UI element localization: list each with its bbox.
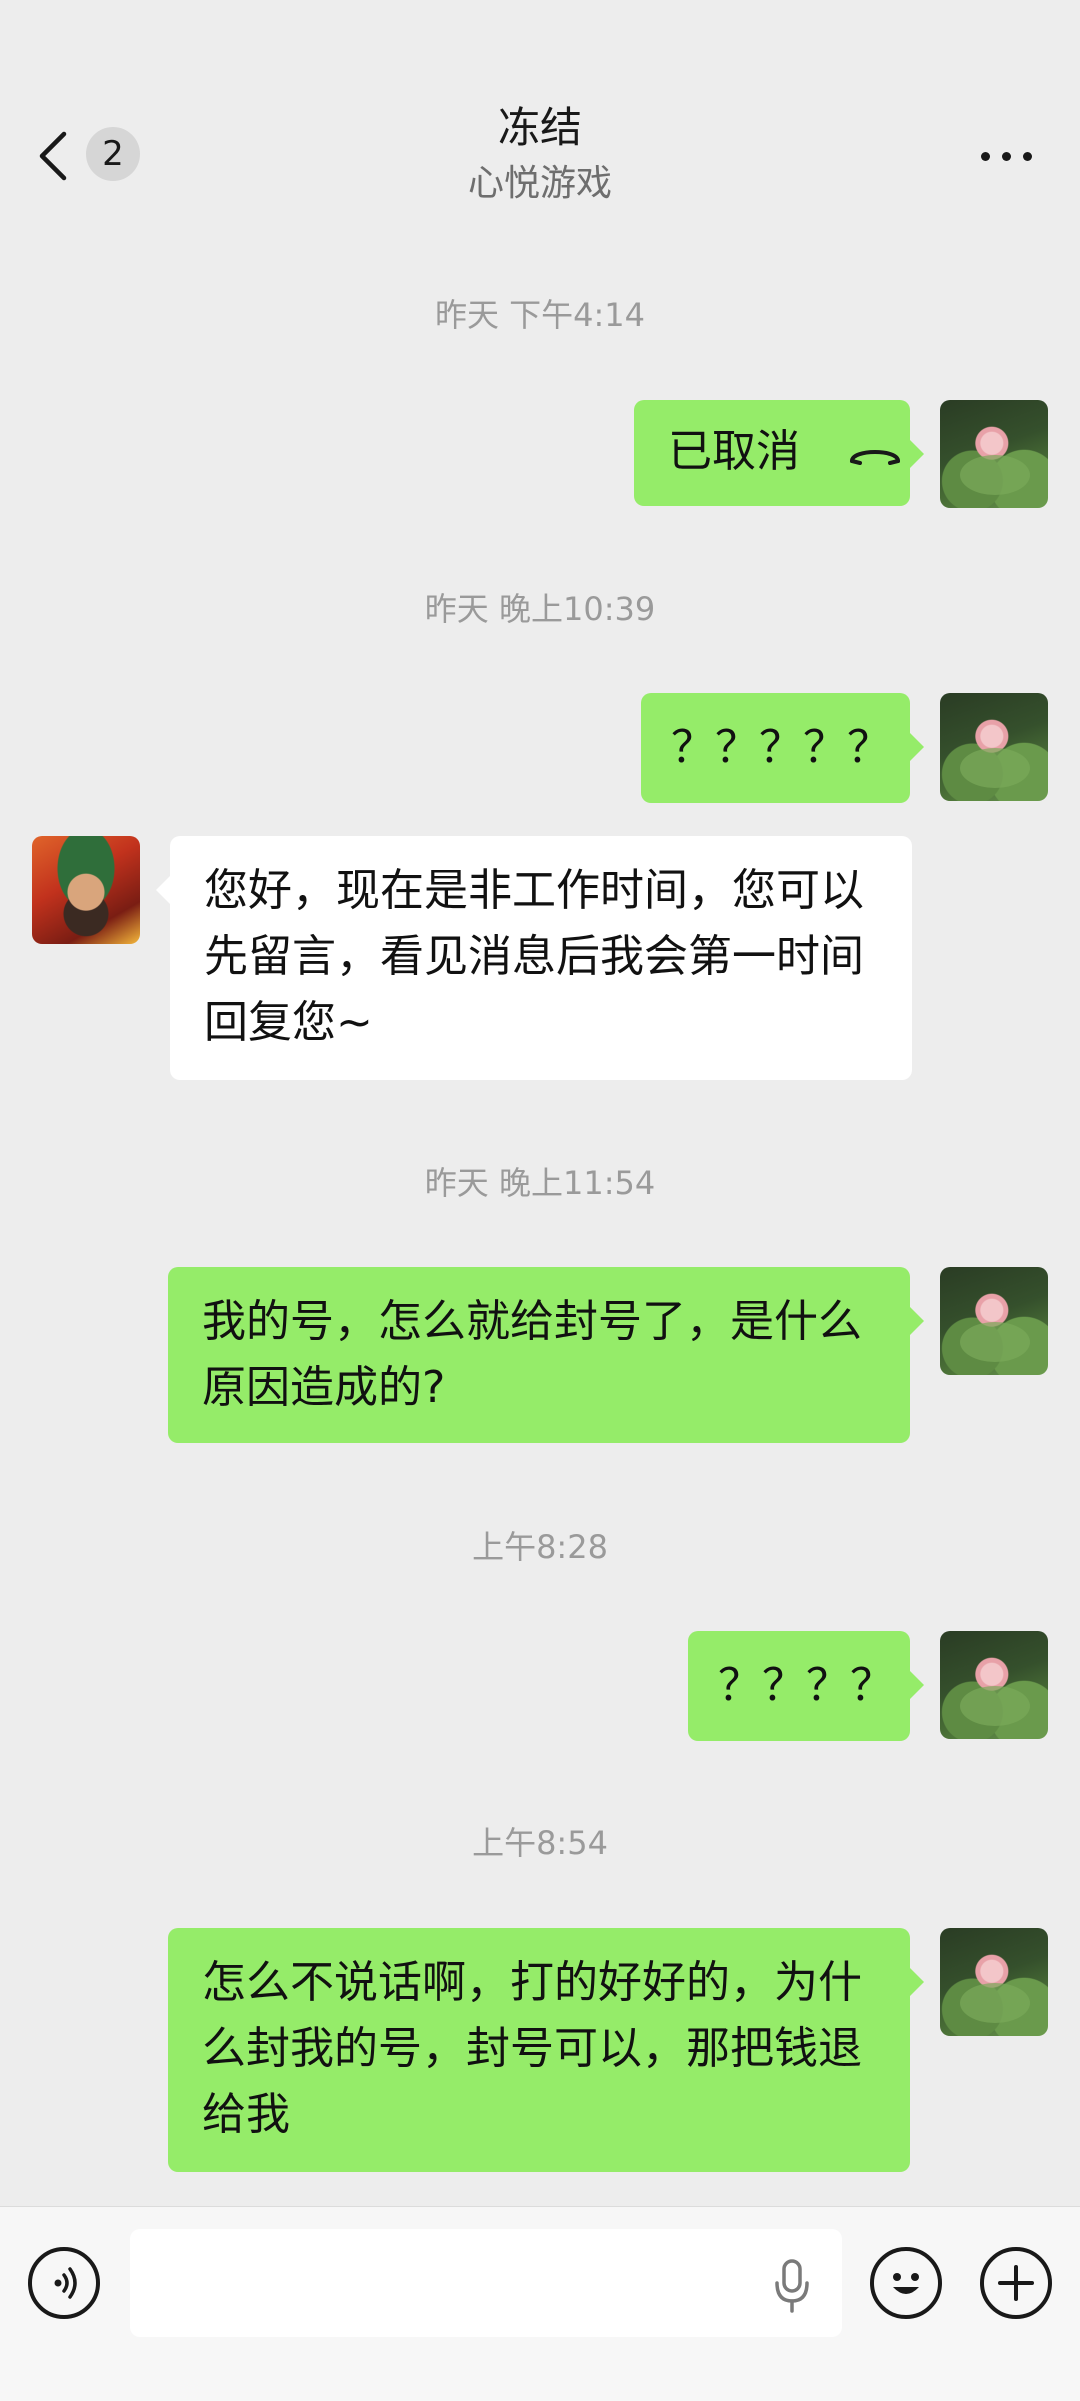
call-status-text: 已取消	[668, 426, 800, 477]
message-text-line: 么封我的号，封号可以，那把钱退	[202, 2023, 862, 2074]
more-options-button[interactable]	[932, 138, 1032, 174]
my-avatar[interactable]	[940, 400, 1048, 508]
more-functions-button[interactable]	[980, 2247, 1052, 2319]
message-text-line: 我的号，怎么就给封号了，是什么	[202, 1296, 862, 1347]
message-input[interactable]	[130, 2229, 842, 2337]
chat-header: 2 冻结 心悦游戏	[0, 0, 1080, 222]
chevron-left-icon	[39, 131, 67, 181]
chat-title: 冻结	[497, 103, 582, 152]
message-text-line: 您好，现在是非工作时间，您可以	[204, 865, 864, 916]
message-text-line: 先留言，看见消息后我会第一时间	[204, 931, 864, 982]
message-text-line: 原因造成的?	[202, 1362, 446, 1413]
microphone-icon[interactable]	[772, 2259, 812, 2315]
hang-up-phone-icon	[850, 450, 900, 465]
timestamp: 上午8:54	[472, 1824, 608, 1862]
my-avatar[interactable]	[940, 1928, 1048, 2036]
message-text-line: 给我	[202, 2089, 290, 2140]
voice-mode-icon	[54, 2267, 77, 2299]
emoji-button[interactable]	[870, 2247, 942, 2319]
more-dot-icon	[1023, 151, 1032, 161]
emoji-icon	[893, 2273, 919, 2294]
contact-avatar[interactable]	[32, 836, 140, 944]
timestamp: 上午8:28	[472, 1528, 608, 1566]
timestamp: 昨天 晚上11:54	[424, 1164, 656, 1202]
message-text-line: 回复您~	[204, 997, 373, 1048]
my-avatar[interactable]	[940, 693, 1048, 801]
my-avatar[interactable]	[940, 1267, 1048, 1375]
plus-icon	[998, 2265, 1034, 2301]
my-avatar[interactable]	[940, 1631, 1048, 1739]
message-bubble[interactable]: 您好，现在是非工作时间，您可以 先留言，看见消息后我会第一时间 回复您~	[156, 836, 912, 1080]
unread-count-badge: 2	[86, 127, 140, 181]
message-bubble[interactable]: ？？？？	[688, 1631, 924, 1741]
message-bubble[interactable]: 怎么不说话啊，打的好好的，为什 么封我的号，封号可以，那把钱退 给我	[168, 1928, 924, 2172]
more-dot-icon	[981, 151, 990, 161]
message-bubble[interactable]: 我的号，怎么就给封号了，是什么 原因造成的?	[168, 1267, 924, 1443]
message-text-line: 怎么不说话啊，打的好好的，为什	[202, 1957, 862, 2008]
input-bar	[0, 2206, 1080, 2401]
voice-mode-button[interactable]	[28, 2247, 100, 2319]
message-text: ？？？？？	[671, 722, 891, 773]
message-text: ？？？？	[718, 1660, 894, 1711]
timestamp: 昨天 晚上10:39	[424, 590, 656, 628]
chat-subtitle: 心悦游戏	[467, 163, 612, 204]
more-dot-icon	[1002, 151, 1011, 161]
message-bubble[interactable]: ？？？？？	[641, 693, 924, 803]
timestamp: 昨天 下午4:14	[434, 296, 646, 334]
call-record-bubble[interactable]: 已取消	[634, 400, 924, 506]
